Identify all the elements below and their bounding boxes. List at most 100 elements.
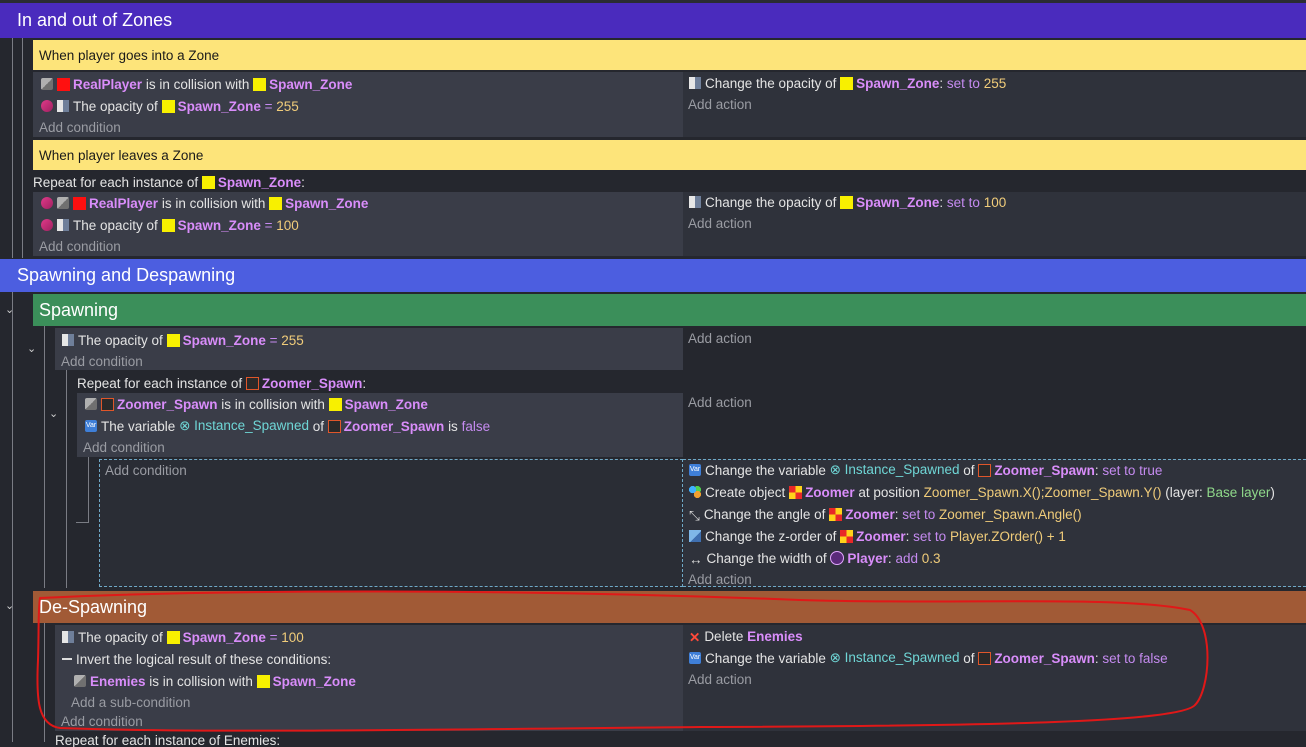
object-name[interactable]: Zoomer [805,485,855,500]
object-name[interactable]: Spawn_Zone [345,397,428,412]
object-name[interactable]: Zoomer [856,529,906,544]
action-row[interactable]: Var Change the variable ⊗ Instance_Spawn… [689,460,1162,480]
opacity-icon [62,334,74,346]
add-condition-button[interactable]: Add condition [39,117,121,137]
condition-row[interactable]: Enemies is in collision with Spawn_Zone [74,671,356,691]
action-text: Change the variable [705,650,826,666]
condition-row[interactable]: RealPlayer is in collision with Spawn_Zo… [41,193,368,213]
condition-row[interactable]: The opacity of Spawn_Zone = 255 [41,96,299,116]
group-title: In and out of Zones [17,10,173,30]
condition-row[interactable]: RealPlayer is in collision with Spawn_Zo… [41,74,352,94]
opacity-icon [57,219,69,231]
spawn-zone-thumbnail [269,196,283,210]
action-row[interactable]: ⤡ Change the angle of Zoomer: set to Zoo… [689,504,1082,524]
realplayer-thumbnail [57,77,70,91]
variable-name[interactable]: ⊗ Instance_Spawned [179,418,309,434]
object-name[interactable]: Enemies [747,629,803,644]
expression[interactable]: Zoomer_Spawn.X();Zoomer_Spawn.Y() [924,485,1162,500]
object-name[interactable]: Spawn_Zone [178,99,261,114]
value[interactable]: 255 [984,76,1007,91]
object-name[interactable]: Zoomer_Spawn [994,651,1095,666]
action-row[interactable]: Var Change the variable ⊗ Instance_Spawn… [689,648,1168,668]
operator: set to [913,528,947,544]
condition-text: is in collision with [161,195,266,211]
add-condition-button[interactable]: Add condition [105,460,187,480]
action-row[interactable]: ↔ Change the width of Player: add 0.3 [689,548,941,568]
layer-name[interactable]: Base layer [1207,485,1271,500]
action-row[interactable]: Change the opacity of Spawn_Zone: set to… [689,73,1006,93]
variable-name[interactable]: ⊗ Instance_Spawned [830,650,960,666]
repeat-header-partial[interactable]: Repeat for each instance of Enemies: [55,733,280,747]
group-header-zones[interactable]: In and out of Zones [0,3,1306,38]
comment-enter-zone[interactable]: When player goes into a Zone [33,40,1306,70]
object-name[interactable]: Spawn_Zone [178,218,261,233]
repeat-header[interactable]: Repeat for each instance of Spawn_Zone: [33,172,305,192]
value[interactable]: 255 [281,333,304,348]
add-action-button[interactable]: Add action [688,213,752,233]
zoomer-spawn-thumbnail [245,376,259,390]
chevron-down-icon[interactable]: ⌄ [49,407,58,420]
action-row[interactable]: Change the opacity of Spawn_Zone: set to… [689,192,1006,212]
action-row[interactable]: ✕ Delete Enemies [689,626,803,646]
object-name[interactable]: Spawn_Zone [269,77,352,92]
group-header-spawning[interactable]: Spawning [33,294,1306,326]
condition-row[interactable]: Var The variable ⊗ Instance_Spawned of Z… [85,416,490,436]
add-condition-button[interactable]: Add condition [61,711,143,731]
add-action-button[interactable]: Add action [688,328,752,348]
add-action-button[interactable]: Add action [688,94,752,114]
operator: = [269,332,278,348]
group-header-despawning[interactable]: De-Spawning [33,591,1306,623]
object-name[interactable]: Spawn_Zone [183,333,266,348]
value[interactable]: true [1139,463,1162,478]
zoomer-spawn-thumbnail [101,397,114,411]
condition-row[interactable]: The opacity of Spawn_Zone = 100 [62,627,304,647]
object-name[interactable]: RealPlayer [73,77,142,92]
chevron-down-icon[interactable]: ⌄ [5,599,14,612]
add-action-button[interactable]: Add action [688,669,752,689]
invert-icon [41,219,53,231]
object-name[interactable]: Spawn_Zone [183,630,266,645]
value[interactable]: 0.3 [922,551,941,566]
object-name[interactable]: Zoomer_Spawn [344,419,445,434]
object-name[interactable]: Enemies [90,674,146,689]
group-header-spawning-despawning[interactable]: Spawning and Despawning [0,259,1306,292]
object-name[interactable]: Spawn_Zone [856,76,939,91]
add-action-button[interactable]: Add action [688,569,752,589]
object-name[interactable]: RealPlayer [89,196,158,211]
condition-row[interactable]: Invert the logical result of these condi… [62,649,331,669]
value[interactable]: false [1139,651,1168,666]
chevron-down-icon[interactable]: ⌄ [27,342,36,355]
value[interactable]: 100 [281,630,304,645]
action-row[interactable]: Change the z-order of Zoomer: set to Pla… [689,526,1066,546]
object-name[interactable]: Spawn_Zone [218,175,301,190]
repeat-header[interactable]: Repeat for each instance of Zoomer_Spawn… [77,373,366,393]
chevron-down-icon[interactable]: ⌄ [5,303,14,316]
comment-leave-zone[interactable]: When player leaves a Zone [33,140,1306,170]
add-subcondition-button[interactable]: Add a sub-condition [71,692,190,712]
value[interactable]: 100 [984,195,1007,210]
object-name[interactable]: Zoomer [845,507,895,522]
object-name[interactable]: Zoomer_Spawn [262,376,363,391]
expression[interactable]: Player.ZOrder() + 1 [950,529,1066,544]
object-name[interactable]: Spawn_Zone [273,674,356,689]
add-condition-button[interactable]: Add condition [61,351,143,371]
value[interactable]: 100 [276,218,299,233]
condition-row[interactable]: The opacity of Spawn_Zone = 255 [62,330,304,350]
object-name[interactable]: Zoomer_Spawn [994,463,1095,478]
object-name[interactable]: Spawn_Zone [285,196,368,211]
expression[interactable]: Zoomer_Spawn.Angle() [939,507,1082,522]
angle-icon: ⤡ [689,508,700,523]
condition-row[interactable]: Zoomer_Spawn is in collision with Spawn_… [85,394,428,414]
action-row[interactable]: Create object Zoomer at position Zoomer_… [689,482,1275,502]
object-name[interactable]: Spawn_Zone [856,195,939,210]
add-condition-button[interactable]: Add condition [83,437,165,457]
add-condition-button[interactable]: Add condition [39,236,121,256]
value[interactable]: false [462,419,491,434]
value[interactable]: 255 [276,99,299,114]
variable-name[interactable]: ⊗ Instance_Spawned [830,462,960,478]
object-name[interactable]: Zoomer_Spawn [117,397,218,412]
object-name[interactable]: Player [847,551,888,566]
add-action-button[interactable]: Add action [688,392,752,412]
variable-icon: Var [85,420,97,432]
condition-row[interactable]: The opacity of Spawn_Zone = 100 [41,215,299,235]
